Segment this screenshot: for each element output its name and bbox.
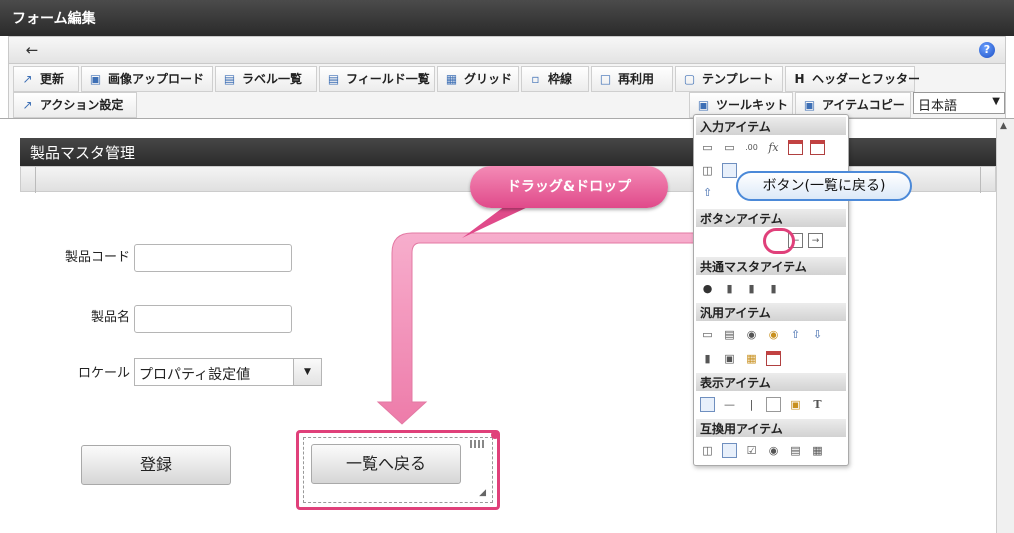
- date-range-icon[interactable]: [810, 140, 825, 155]
- key-icon[interactable]: ◉: [766, 327, 781, 342]
- panel-icon[interactable]: ▮: [700, 351, 715, 366]
- header-bar-icon[interactable]: [700, 397, 715, 412]
- hidden-field-icon[interactable]: ▭: [700, 327, 715, 342]
- organization-icon[interactable]: ▮: [722, 281, 737, 296]
- palette-section-common-master: 共通マスタアイテム: [696, 257, 846, 275]
- target-highlight-ring: [763, 228, 795, 254]
- compat-list-icon[interactable]: [722, 443, 737, 458]
- compat-select-icon[interactable]: ◫: [700, 443, 715, 458]
- box-icon[interactable]: [766, 397, 781, 412]
- drag-drop-callout: ドラッグ&ドロップ: [470, 166, 668, 208]
- formula-icon[interactable]: fx: [766, 140, 781, 155]
- item-palette: 入力アイテム ▭ ▭ .00 fx ◫ ⇧ ボタンアイテム ← → 共通マスタア…: [693, 114, 849, 466]
- radio-icon[interactable]: ◉: [766, 443, 781, 458]
- textarea-icon[interactable]: ▭: [722, 140, 737, 155]
- palette-section-compat: 互換用アイテム: [696, 419, 846, 437]
- camera-icon[interactable]: ◉: [744, 327, 759, 342]
- role-icon[interactable]: ▮: [766, 281, 781, 296]
- compat-field-icon[interactable]: ▤: [788, 443, 803, 458]
- vertical-line-icon[interactable]: |: [744, 397, 759, 412]
- tree-icon[interactable]: ▦: [744, 351, 759, 366]
- dropdown-icon[interactable]: ◫: [700, 163, 715, 178]
- calendar-icon[interactable]: [788, 140, 803, 155]
- user-group-icon[interactable]: ▮: [744, 281, 759, 296]
- number-field-icon[interactable]: .00: [744, 140, 759, 155]
- file-up-icon[interactable]: ⇧: [788, 327, 803, 342]
- checkbox-icon[interactable]: ☑: [744, 443, 759, 458]
- text-field-icon[interactable]: ▭: [700, 140, 715, 155]
- drag-path-arrow: [376, 199, 820, 425]
- palette-section-button: ボタンアイテム: [696, 209, 846, 227]
- horizontal-line-icon[interactable]: —: [722, 397, 737, 412]
- user-icon[interactable]: ●: [700, 281, 715, 296]
- upload-icon[interactable]: ⇧: [700, 185, 715, 200]
- text-label-icon[interactable]: T: [810, 397, 825, 412]
- document-icon[interactable]: ▤: [722, 327, 737, 342]
- palette-section-display: 表示アイテム: [696, 373, 846, 391]
- file-down-icon[interactable]: ⇩: [810, 327, 825, 342]
- card-icon[interactable]: ▣: [722, 351, 737, 366]
- image-icon[interactable]: ▣: [788, 397, 803, 412]
- button-hint-callout: ボタン(一覧に戻る): [736, 171, 912, 201]
- next-button-item-icon[interactable]: →: [808, 233, 823, 248]
- schedule-icon[interactable]: [766, 351, 781, 366]
- palette-section-input: 入力アイテム: [696, 117, 846, 135]
- list-icon[interactable]: [722, 163, 737, 178]
- compat-grid-icon[interactable]: ▦: [810, 443, 825, 458]
- palette-section-general: 汎用アイテム: [696, 303, 846, 321]
